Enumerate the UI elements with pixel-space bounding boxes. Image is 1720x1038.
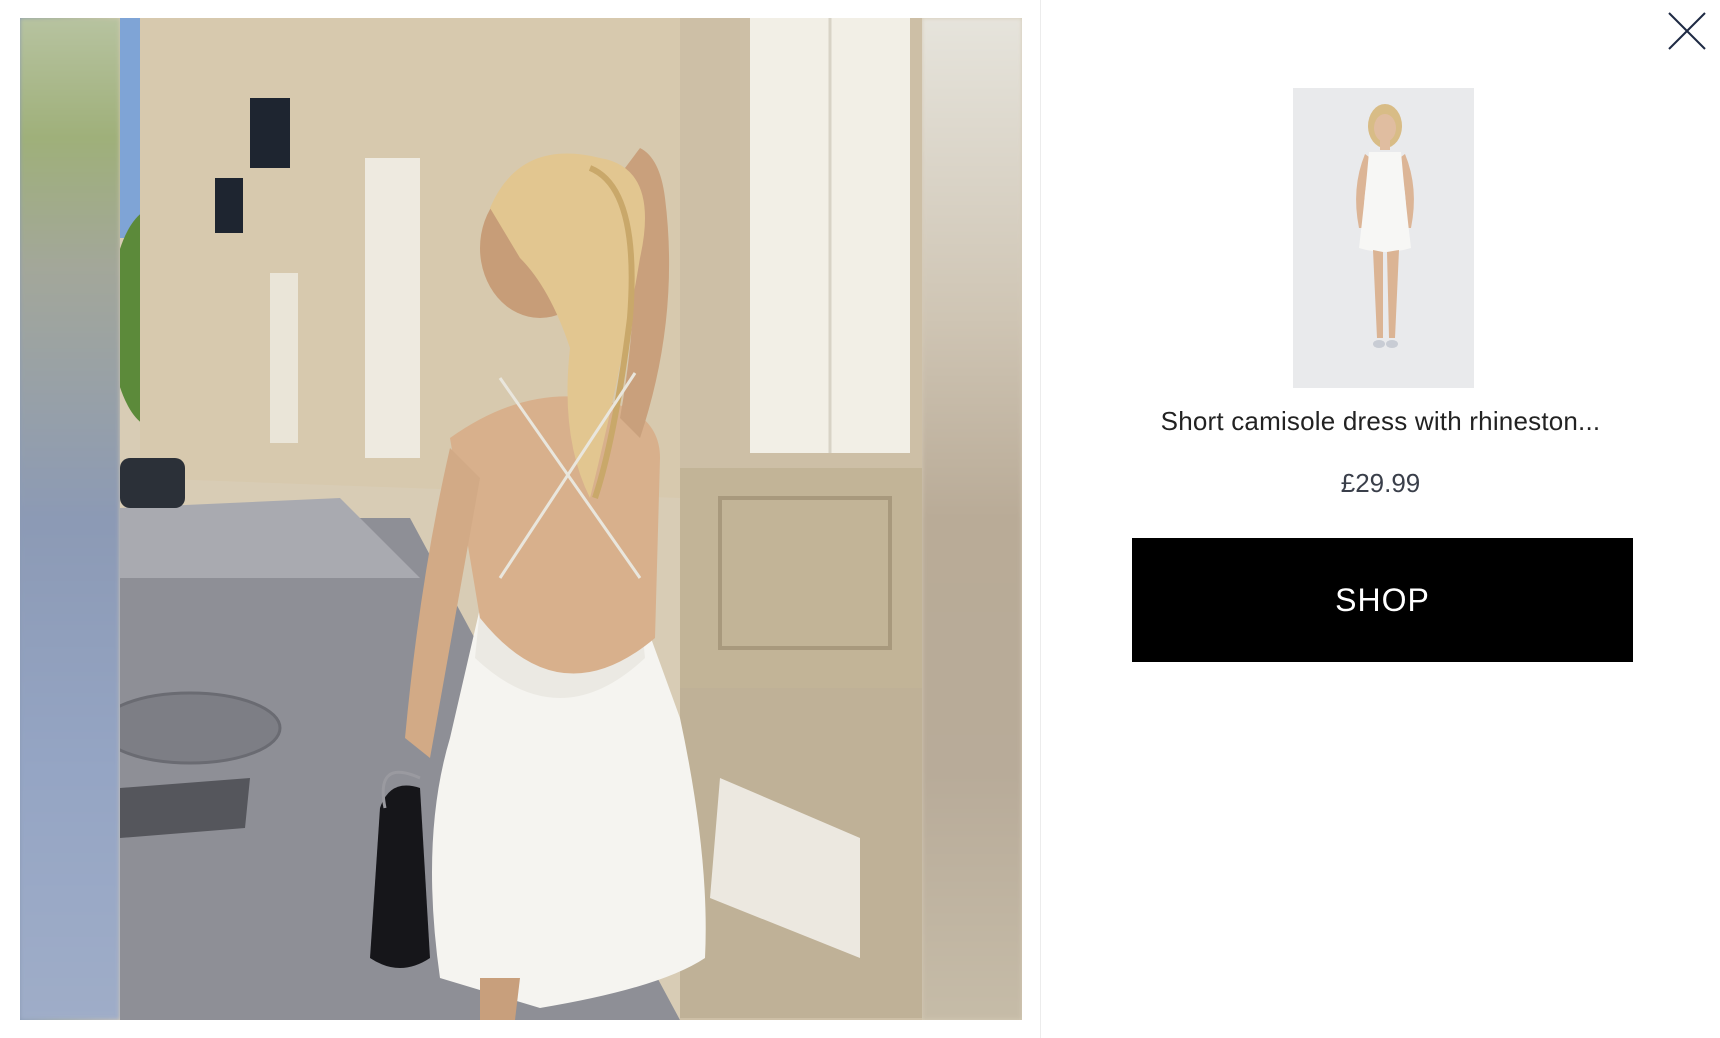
shop-button[interactable]: SHOP (1132, 538, 1633, 662)
product-thumbnail[interactable] (1293, 88, 1474, 388)
product-thumbnail-image (1293, 88, 1474, 388)
media-panel (20, 18, 1022, 1020)
media-blur-left (20, 18, 120, 1020)
product-price: £29.99 (1340, 468, 1421, 498)
media-blur-right (922, 18, 1022, 1020)
product-title[interactable]: Short camisole dress with rhineston... (1041, 406, 1720, 437)
product-modal: Short camisole dress with rhineston... £… (0, 0, 1720, 1038)
product-panel: Short camisole dress with rhineston... £… (1041, 0, 1720, 1038)
shop-button-label: SHOP (1335, 581, 1430, 618)
lookbook-photo (120, 18, 922, 1020)
